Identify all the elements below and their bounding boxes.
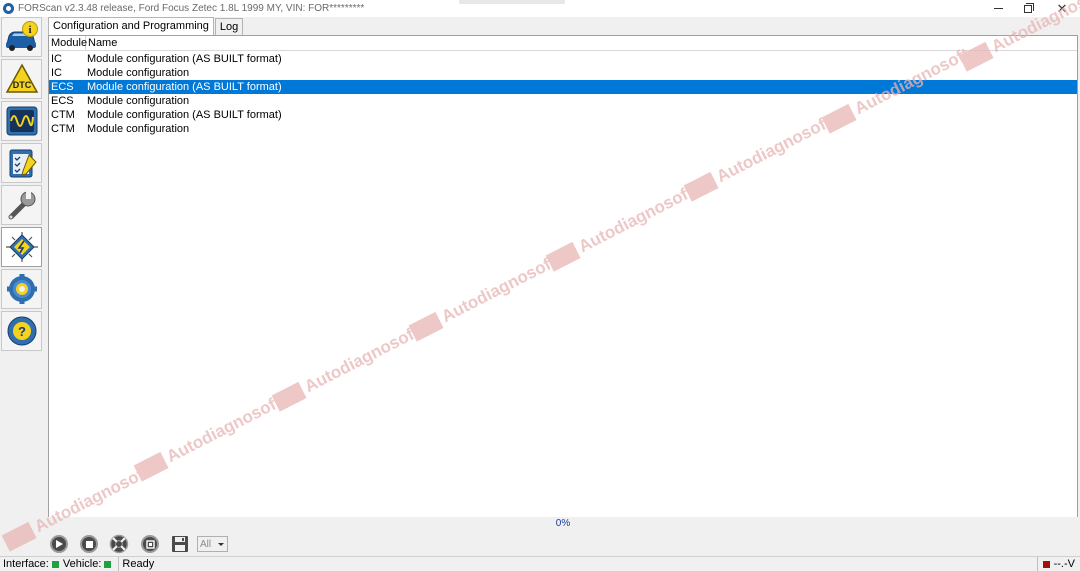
sidebar-item-tests[interactable] bbox=[1, 143, 42, 183]
interface-status: Interface: Vehicle: bbox=[0, 557, 120, 571]
state-text: Ready bbox=[122, 558, 155, 570]
cell-module: IC bbox=[51, 67, 62, 79]
tab-strip: Configuration and Programming Log bbox=[48, 17, 244, 36]
close-button[interactable]: ✕ bbox=[1045, 0, 1079, 17]
app-window: FORScan v2.3.48 release, Ford Focus Zete… bbox=[0, 0, 1080, 571]
sidebar-item-help[interactable]: ? bbox=[1, 311, 42, 351]
table-header: Module Name bbox=[49, 36, 1077, 51]
chevron-down-icon bbox=[218, 543, 224, 546]
restore-defaults-button[interactable] bbox=[108, 533, 130, 555]
close-icon: ✕ bbox=[1056, 1, 1068, 16]
cell-module: IC bbox=[51, 53, 62, 65]
sidebar-item-service[interactable] bbox=[1, 185, 42, 225]
state-status: Ready bbox=[119, 557, 157, 571]
vehicle-label: Vehicle: bbox=[62, 558, 102, 570]
vehicle-led-icon bbox=[104, 560, 112, 568]
cell-module: CTM bbox=[51, 109, 75, 121]
column-header-module[interactable]: Module bbox=[49, 36, 87, 51]
cell-module: CTM bbox=[51, 123, 75, 135]
help-icon-label: ? bbox=[18, 324, 26, 339]
dtc-icon-label: DTC bbox=[12, 80, 31, 90]
cell-module: ECS bbox=[51, 95, 74, 107]
oscilloscope-icon bbox=[6, 106, 37, 136]
lifebuoy-icon bbox=[109, 534, 129, 554]
sidebar-item-oscilloscope[interactable] bbox=[1, 101, 42, 141]
battery-led-icon bbox=[1042, 560, 1050, 568]
voltage-text: --.-V bbox=[1053, 558, 1075, 570]
voltage-status: --.-V bbox=[1036, 557, 1080, 571]
restore-icon bbox=[1024, 2, 1034, 13]
tab-log[interactable]: Log bbox=[214, 18, 244, 36]
table-row[interactable]: ECS Module configuration bbox=[49, 94, 1077, 108]
sidebar-item-vehicle-info[interactable]: i bbox=[1, 17, 42, 57]
title-bar[interactable]: FORScan v2.3.48 release, Ford Focus Zete… bbox=[0, 0, 1080, 17]
service-wrench-icon bbox=[8, 191, 35, 220]
table-row[interactable]: CTM Module configuration bbox=[49, 122, 1077, 136]
minimize-icon bbox=[993, 8, 1003, 9]
cell-name: Module configuration bbox=[87, 67, 190, 79]
cell-name: Module configuration (AS BUILT format) bbox=[87, 109, 282, 121]
cell-name: Module configuration bbox=[87, 95, 190, 107]
interface-label: Interface: bbox=[3, 558, 49, 570]
save-button[interactable] bbox=[169, 533, 191, 555]
bottom-toolbar: All bbox=[48, 533, 228, 555]
cell-module: ECS bbox=[51, 81, 74, 93]
settings-gear-icon bbox=[6, 274, 37, 304]
forscan-app-icon[interactable] bbox=[3, 3, 14, 14]
table-row-selected[interactable]: ECS Module configuration (AS BUILT forma… bbox=[49, 80, 1077, 94]
save-icon bbox=[172, 536, 188, 552]
filter-select-value: All bbox=[200, 538, 212, 550]
cell-name: Module configuration (AS BUILT format) bbox=[87, 53, 282, 65]
dtc-icon: DTC bbox=[5, 63, 38, 93]
tab-configuration-and-programming[interactable]: Configuration and Programming bbox=[48, 17, 214, 36]
table-row[interactable]: IC Module configuration (AS BUILT format… bbox=[49, 52, 1077, 66]
filter-select[interactable]: All bbox=[197, 536, 228, 552]
cell-name: Module configuration (AS BUILT format) bbox=[87, 81, 282, 93]
svg-text:i: i bbox=[28, 24, 31, 36]
table-row[interactable]: CTM Module configuration (AS BUILT forma… bbox=[49, 108, 1077, 122]
run-button[interactable] bbox=[48, 533, 70, 555]
write-icon bbox=[141, 535, 159, 553]
restore-button[interactable] bbox=[1011, 0, 1045, 17]
play-icon bbox=[50, 535, 68, 553]
configuration-list-panel: Module Name IC Module configuration (AS … bbox=[48, 35, 1078, 518]
table-body: IC Module configuration (AS BUILT format… bbox=[49, 52, 1077, 136]
sidebar-item-dtc[interactable]: DTC bbox=[1, 59, 42, 99]
configuration-chip-icon bbox=[5, 232, 38, 262]
table-row[interactable]: IC Module configuration bbox=[49, 66, 1077, 80]
vehicle-info-icon: i bbox=[5, 21, 38, 51]
stop-icon bbox=[80, 535, 98, 553]
tests-checklist-icon bbox=[9, 149, 37, 178]
minimize-button[interactable] bbox=[981, 0, 1015, 17]
write-button[interactable] bbox=[139, 533, 161, 555]
sidebar-item-settings[interactable] bbox=[1, 269, 42, 309]
sidebar-item-configuration[interactable] bbox=[1, 227, 42, 267]
stop-button[interactable] bbox=[78, 533, 100, 555]
cell-name: Module configuration bbox=[87, 123, 190, 135]
progress-bar: 0% bbox=[48, 517, 1078, 532]
interface-led-icon bbox=[51, 560, 59, 568]
title-bar-grip bbox=[459, 0, 565, 4]
column-header-name[interactable]: Name bbox=[86, 36, 1077, 51]
status-bar: Interface: Vehicle: Ready --.-V bbox=[0, 556, 1080, 571]
help-icon: ? bbox=[7, 316, 36, 346]
sidebar: i DTC ? bbox=[0, 17, 44, 555]
window-title: FORScan v2.3.48 release, Ford Focus Zete… bbox=[18, 3, 365, 14]
progress-percent: 0% bbox=[555, 518, 571, 529]
